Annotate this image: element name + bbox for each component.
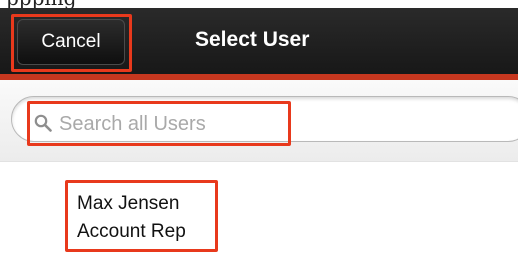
cancel-button[interactable]: Cancel — [17, 19, 125, 65]
cropped-caption: ppping — [0, 0, 518, 8]
search-icon — [34, 114, 52, 132]
search-placeholder: Search all Users — [59, 113, 206, 135]
user-name: Max Jensen — [77, 193, 180, 214]
page-title: Select User — [195, 28, 310, 51]
user-role: Account Rep — [77, 221, 186, 242]
user-list-item[interactable]: Max Jensen Account Rep — [72, 185, 232, 255]
